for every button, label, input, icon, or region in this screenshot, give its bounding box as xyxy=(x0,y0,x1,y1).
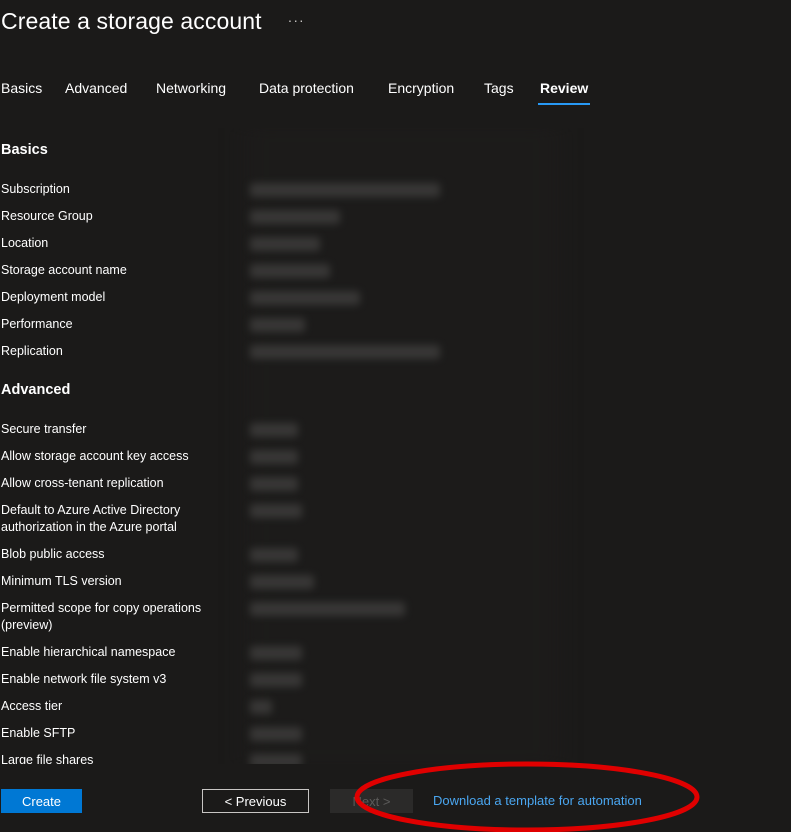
row-value-default-aad-authorization xyxy=(250,504,302,518)
row-label-subscription: Subscription xyxy=(1,182,70,196)
page-title: Create a storage account xyxy=(1,8,262,34)
tab-review[interactable]: Review xyxy=(537,78,591,105)
row-value-location xyxy=(250,237,320,251)
row-value-deployment-model xyxy=(250,291,360,305)
row-value-hierarchical-namespace xyxy=(250,646,302,660)
page-header: Create a storage account ··· xyxy=(1,8,305,35)
row-value-access-tier xyxy=(250,700,272,714)
row-value-secure-transfer xyxy=(250,423,298,437)
row-label-large-file-shares: Large file shares xyxy=(1,753,94,764)
tab-data-protection[interactable]: Data protection xyxy=(259,78,354,98)
row-label-enable-sftp: Enable SFTP xyxy=(1,726,76,740)
row-label-replication: Replication xyxy=(1,344,63,358)
row-value-performance xyxy=(250,318,305,332)
download-template-link[interactable]: Download a template for automation xyxy=(433,793,642,808)
row-label-access-tier: Access tier xyxy=(1,699,63,713)
row-label-location: Location xyxy=(1,236,49,250)
create-storage-account-page: Create a storage account ··· Basics Adva… xyxy=(0,0,791,832)
row-value-resource-group xyxy=(250,210,340,224)
row-label-blob-public-access: Blob public access xyxy=(1,547,105,561)
tab-encryption[interactable]: Encryption xyxy=(388,78,454,98)
tab-networking[interactable]: Networking xyxy=(156,78,226,98)
row-value-copy-scope xyxy=(250,602,405,616)
row-label-storage-key-access: Allow storage account key access xyxy=(1,449,189,463)
row-label-resource-group: Resource Group xyxy=(1,209,93,223)
row-value-cross-tenant-replication xyxy=(250,477,298,491)
row-label-cross-tenant-replication: Allow cross-tenant replication xyxy=(1,476,164,490)
row-value-blob-public-access xyxy=(250,548,298,562)
section-title-advanced: Advanced xyxy=(1,382,71,398)
row-label-storage-account-name: Storage account name xyxy=(1,263,127,277)
tab-advanced[interactable]: Advanced xyxy=(65,78,127,98)
row-label-deployment-model: Deployment model xyxy=(1,290,106,304)
row-label-performance: Performance xyxy=(1,317,73,331)
section-title-basics: Basics xyxy=(1,142,48,158)
row-value-large-file-shares xyxy=(250,754,302,764)
create-button[interactable]: Create xyxy=(1,789,82,813)
row-value-replication xyxy=(250,345,440,359)
review-content: Basics Subscription Resource Group Locat… xyxy=(0,128,791,764)
tab-basics[interactable]: Basics xyxy=(1,78,42,98)
previous-button[interactable]: < Previous xyxy=(202,789,309,813)
row-value-storage-account-name xyxy=(250,264,330,278)
next-button[interactable]: Next > xyxy=(330,789,413,813)
row-label-copy-scope: Permitted scope for copy operations (pre… xyxy=(1,601,202,632)
row-value-storage-key-access xyxy=(250,450,298,464)
row-value-subscription xyxy=(250,183,440,197)
row-value-minimum-tls-version xyxy=(250,575,314,589)
row-label-hierarchical-namespace: Enable hierarchical namespace xyxy=(1,645,176,659)
row-label-secure-transfer: Secure transfer xyxy=(1,422,87,436)
tab-tags[interactable]: Tags xyxy=(484,78,514,98)
row-label-minimum-tls-version: Minimum TLS version xyxy=(1,574,122,588)
row-value-enable-sftp xyxy=(250,727,302,741)
row-label-nfs-v3: Enable network file system v3 xyxy=(1,672,167,686)
row-value-nfs-v3 xyxy=(250,673,302,687)
more-options-icon[interactable]: ··· xyxy=(288,12,305,28)
row-label-default-aad-authorization: Default to Azure Active Directory author… xyxy=(1,503,181,534)
wizard-footer: Create < Previous Next > Download a temp… xyxy=(0,764,791,832)
